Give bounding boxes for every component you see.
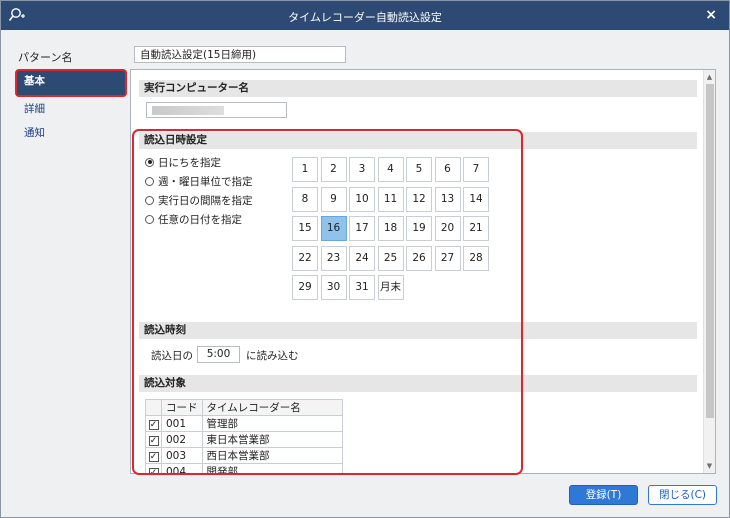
day-cell[interactable]: 24 [349, 245, 375, 271]
sidebar-item-details[interactable]: 詳細 [15, 97, 127, 121]
day-cell[interactable]: 29 [292, 275, 318, 300]
computer-name-input[interactable] [146, 102, 287, 118]
day-cell[interactable]: 27 [434, 245, 461, 271]
table-row[interactable]: ✓ 003 西日本営業部 [145, 447, 343, 464]
scroll-up-icon[interactable]: ▲ [704, 71, 715, 83]
radio-label: 任意の日付を指定 [158, 213, 242, 226]
row-name: 西日本営業部 [201, 447, 343, 464]
row-name: 開発部 [201, 463, 343, 473]
day-cell[interactable]: 20 [434, 216, 461, 241]
computer-section-header: 実行コンピューター名 [139, 80, 697, 97]
target-table: コード タイムレコーダー名 ✓ 001 管理部 ✓ 002 東日本営業部 ✓ 003 西日本営業… [145, 399, 343, 473]
row-name: 東日本営業部 [201, 431, 343, 448]
read-time-input[interactable]: 5:00 [197, 346, 240, 363]
settings-panel: 実行コンピューター名 読込日時設定 日にちを指定 週・曜日単位で指定 実行日の間… [130, 69, 716, 474]
row-checkbox[interactable]: ✓ [148, 419, 159, 430]
day-cell[interactable]: 12 [406, 186, 432, 212]
row-code: 003 [161, 447, 203, 464]
scroll-down-icon[interactable]: ▼ [704, 460, 715, 472]
table-row[interactable]: ✓ 004 開発部 [145, 463, 343, 473]
title-bar: タイムレコーダー自動読込設定 × [1, 1, 729, 30]
row-checkbox-cell: ✓ [145, 447, 162, 464]
day-cell[interactable]: 21 [463, 216, 489, 241]
day-cell[interactable]: 22 [292, 245, 318, 271]
day-cell[interactable]: 14 [463, 186, 489, 212]
radio-specify-week[interactable]: 週・曜日単位で指定 [145, 173, 253, 189]
day-cell[interactable]: 13 [434, 186, 461, 212]
day-cell[interactable]: 6 [434, 157, 461, 182]
row-code: 002 [161, 431, 203, 448]
day-cell[interactable]: 25 [377, 245, 404, 271]
day-cell[interactable]: 16 [320, 216, 347, 241]
day-cell[interactable]: 月末 [377, 275, 404, 300]
day-cell[interactable]: 31 [349, 275, 375, 300]
close-button[interactable]: 閉じる(C) [648, 485, 717, 505]
day-cell[interactable]: 8 [292, 186, 318, 212]
register-button[interactable]: 登録(T) [569, 485, 638, 505]
table-row[interactable]: ✓ 001 管理部 [145, 415, 343, 432]
row-code: 004 [161, 463, 203, 473]
read-datetime-header: 読込日時設定 [139, 132, 697, 149]
radio-label: 日にちを指定 [158, 156, 221, 169]
row-checkbox[interactable]: ✓ [148, 435, 159, 446]
radio-specify-any-date[interactable]: 任意の日付を指定 [145, 211, 242, 227]
close-icon[interactable]: × [705, 7, 717, 23]
radio-label: 週・曜日単位で指定 [158, 175, 253, 188]
day-cell[interactable]: 17 [349, 216, 375, 241]
day-cell[interactable]: 28 [463, 245, 489, 271]
column-header-name: タイムレコーダー名 [201, 399, 343, 416]
sidebar-item-basic[interactable]: 基本 [15, 69, 127, 97]
day-cell[interactable]: 15 [292, 216, 318, 241]
day-cell[interactable]: 5 [406, 157, 432, 182]
scroll-thumb[interactable] [706, 84, 714, 418]
window-title: タイムレコーダー自動読込設定 [288, 11, 442, 24]
radio-button[interactable] [145, 157, 154, 167]
sidebar-item-notification[interactable]: 通知 [15, 121, 127, 145]
row-checkbox-cell: ✓ [145, 463, 162, 473]
day-cell[interactable]: 1 [292, 157, 318, 182]
radio-specify-day[interactable]: 日にちを指定 [145, 154, 221, 170]
table-row[interactable]: ✓ 002 東日本営業部 [145, 431, 343, 448]
radio-label: 実行日の間隔を指定 [158, 194, 253, 207]
day-cell[interactable]: 9 [320, 186, 347, 212]
row-code: 001 [161, 415, 203, 432]
day-cell[interactable]: 30 [320, 275, 347, 300]
row-checkbox[interactable]: ✓ [148, 451, 159, 462]
day-cell[interactable]: 26 [406, 245, 432, 271]
radio-specify-interval[interactable]: 実行日の間隔を指定 [145, 192, 253, 208]
row-checkbox[interactable]: ✓ [148, 467, 159, 473]
day-cell[interactable]: 11 [377, 186, 404, 212]
sidebar-nav: 基本 詳細 通知 [15, 69, 127, 145]
day-cell[interactable]: 18 [377, 216, 404, 241]
row-checkbox-cell: ✓ [145, 415, 162, 432]
radio-button[interactable] [145, 195, 154, 205]
day-cell[interactable]: 7 [463, 157, 489, 182]
read-time-prefix: 読込日の [151, 350, 193, 362]
radio-button[interactable] [145, 176, 154, 186]
day-cell[interactable]: 19 [406, 216, 432, 241]
day-cell[interactable]: 10 [349, 186, 375, 212]
day-cell[interactable]: 2 [320, 157, 347, 182]
column-header-code: コード [161, 399, 203, 416]
redacted-value [152, 106, 224, 115]
row-name: 管理部 [201, 415, 343, 432]
radio-button[interactable] [145, 214, 154, 224]
read-time-suffix: に読み込む [246, 350, 299, 362]
pattern-name-input[interactable] [134, 46, 346, 63]
dialog-window: タイムレコーダー自動読込設定 × パターン名 基本 詳細 通知 実行コンピュータ… [0, 0, 730, 518]
row-checkbox-cell: ✓ [145, 431, 162, 448]
read-target-header: 読込対象 [139, 375, 697, 392]
vertical-scrollbar[interactable]: ▲ ▼ [703, 70, 715, 473]
day-cell[interactable]: 3 [349, 157, 375, 182]
day-cell[interactable]: 23 [320, 245, 347, 271]
day-cell[interactable]: 4 [377, 157, 404, 182]
table-header-checkbox [145, 399, 162, 416]
pattern-name-label: パターン名 [18, 51, 73, 64]
read-time-header: 読込時刻 [139, 322, 697, 339]
table-header-row: コード タイムレコーダー名 [145, 399, 343, 416]
